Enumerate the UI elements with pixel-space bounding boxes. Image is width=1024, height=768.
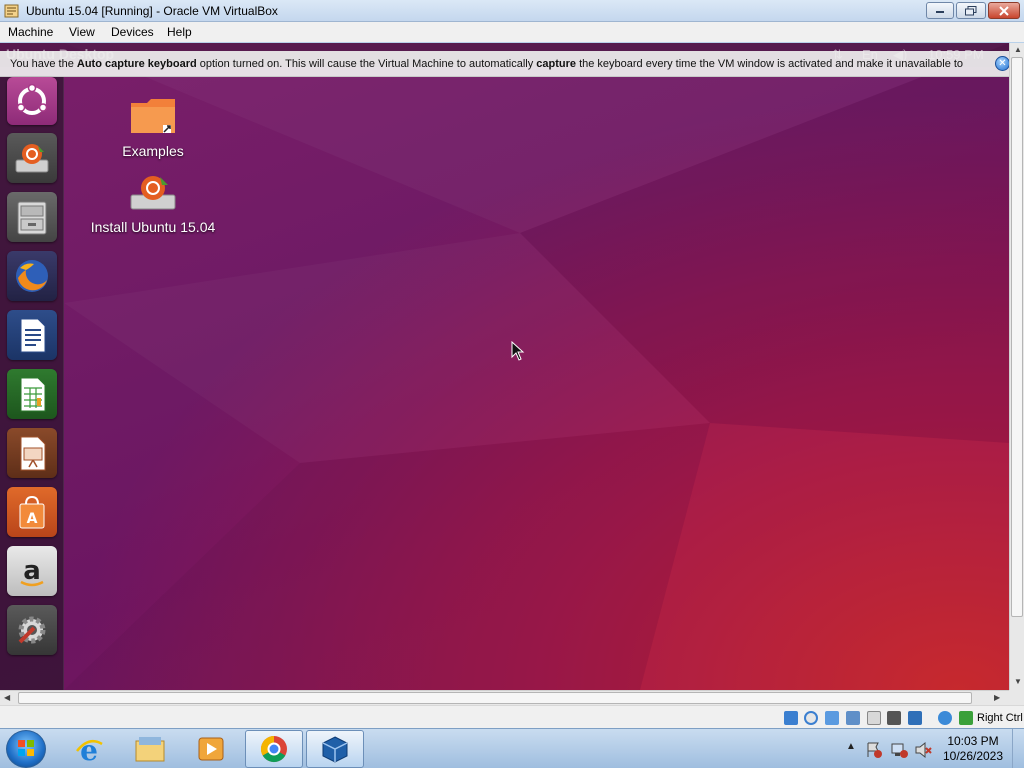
taskbar-clock[interactable]: 10:03 PM 10/26/2023 (940, 734, 1006, 764)
menu-view[interactable]: View (69, 25, 95, 39)
chrome-icon (260, 735, 287, 763)
launcher-firefox[interactable] (7, 251, 57, 301)
shared-folders-status-icon[interactable] (887, 711, 901, 725)
network-status-icon[interactable] (846, 711, 860, 725)
vm-display[interactable]: Ubuntu Desktop ⇅ En ◀) 10:59 PM You have… (0, 43, 1009, 690)
window-title: Ubuntu 15.04 [Running] - Oracle VM Virtu… (26, 4, 278, 18)
taskbar-internet-explorer[interactable]: e (60, 730, 118, 768)
vertical-scroll-thumb[interactable] (1011, 57, 1023, 617)
clock-time: 10:03 PM (947, 734, 999, 748)
scroll-up-arrow-icon[interactable]: ▲ (1014, 45, 1022, 54)
folder-icon (131, 99, 175, 133)
scroll-right-arrow-icon[interactable]: ▶ (994, 693, 1000, 702)
internet-explorer-icon: e (76, 734, 103, 764)
minimize-icon (936, 10, 944, 13)
virtualbox-icon (322, 736, 348, 763)
shared-clipboard-status-icon[interactable] (825, 711, 839, 725)
virtualbox-app-icon (4, 4, 19, 18)
taskbar-media-player[interactable] (182, 730, 240, 768)
svg-text:A: A (27, 511, 38, 527)
scroll-down-arrow-icon[interactable]: ▼ (1014, 677, 1022, 686)
file-cabinet-icon (17, 201, 47, 235)
volume-muted-icon[interactable] (914, 741, 932, 759)
launcher-install-ubuntu[interactable] (7, 133, 57, 183)
software-center-bag-icon: A (19, 495, 45, 529)
show-desktop-button[interactable] (1012, 729, 1024, 768)
svg-text:a: a (23, 556, 41, 586)
hard-disk-status-icon[interactable] (784, 711, 798, 725)
host-key-label: Right Ctrl (977, 712, 1023, 724)
launcher-impress[interactable] (7, 428, 57, 478)
calc-spreadsheet-icon (20, 377, 46, 412)
media-player-icon (198, 737, 224, 761)
windows-taskbar: e ▲ 10:03 PM 10/26/2023 (0, 728, 1024, 768)
mouse-integration-status-icon[interactable] (938, 711, 952, 725)
restore-icon (965, 5, 977, 15)
close-button[interactable] (988, 2, 1020, 19)
start-button[interactable] (6, 730, 46, 768)
launcher-files[interactable] (7, 192, 57, 242)
taskbar-windows-explorer[interactable] (121, 730, 179, 768)
optical-drive-status-icon[interactable] (804, 711, 818, 725)
menubar: Machine View Devices Help (0, 22, 1024, 42)
launcher-amazon[interactable]: a (7, 546, 57, 596)
installer-icon (15, 144, 49, 173)
usb-status-icon[interactable] (867, 711, 881, 725)
firefox-icon (16, 260, 48, 292)
scroll-left-arrow-icon[interactable]: ◀ (4, 693, 10, 702)
notice-text: You have the Auto capture keyboard optio… (10, 58, 964, 70)
auto-capture-notice: You have the Auto capture keyboard optio… (0, 51, 1009, 77)
explorer-folder-icon (135, 737, 165, 762)
clock-date: 10/26/2023 (942, 749, 1004, 763)
action-center-icon[interactable] (865, 741, 883, 759)
launcher-writer[interactable] (7, 310, 57, 360)
taskbar-chrome[interactable] (245, 730, 303, 768)
launcher-calc[interactable] (7, 369, 57, 419)
menu-help[interactable]: Help (167, 25, 192, 39)
ubuntu-logo-icon (16, 84, 48, 115)
ubuntu-launcher: A a (0, 77, 64, 690)
keyboard-capture-status-icon[interactable] (959, 711, 973, 725)
impress-presentation-icon (20, 436, 46, 471)
launcher-system-settings[interactable] (7, 605, 57, 655)
notice-close-button[interactable]: ✕ (995, 56, 1009, 71)
settings-gear-wrench-icon (18, 616, 46, 644)
menu-machine[interactable]: Machine (8, 25, 53, 39)
mouse-cursor-icon (511, 341, 525, 361)
video-capture-status-icon[interactable] (908, 711, 922, 725)
horizontal-scrollbar[interactable]: ◀ ▶ (0, 690, 1009, 705)
network-tray-icon[interactable] (890, 741, 908, 759)
window-titlebar[interactable]: Ubuntu 15.04 [Running] - Oracle VM Virtu… (0, 0, 1024, 22)
horizontal-scroll-thumb[interactable] (18, 692, 972, 704)
installer-icon (130, 176, 176, 210)
svg-text:e: e (80, 734, 98, 764)
show-hidden-icons-icon[interactable]: ▲ (846, 741, 856, 752)
vm-statusbar: Right Ctrl (0, 705, 1024, 728)
desktop-icon-label: Examples (122, 143, 184, 159)
amazon-icon: a (20, 556, 44, 587)
windows-logo-icon (18, 740, 34, 756)
close-icon (999, 5, 1009, 16)
launcher-software-center[interactable]: A (7, 487, 57, 537)
launcher-dash-home[interactable] (7, 77, 57, 125)
writer-document-icon (20, 318, 46, 353)
scrollbar-corner (1009, 690, 1024, 705)
taskbar-virtualbox[interactable] (306, 730, 364, 768)
menu-devices[interactable]: Devices (111, 25, 154, 39)
vertical-scrollbar[interactable]: ▲ ▼ (1009, 43, 1024, 690)
minimize-button[interactable] (926, 2, 954, 19)
desktop-icon-install-ubuntu[interactable]: Install Ubuntu 15.04 (84, 171, 222, 235)
desktop-icon-label: Install Ubuntu 15.04 (90, 219, 216, 235)
desktop-icon-examples[interactable]: Examples (88, 95, 218, 159)
restore-button[interactable] (956, 2, 986, 19)
